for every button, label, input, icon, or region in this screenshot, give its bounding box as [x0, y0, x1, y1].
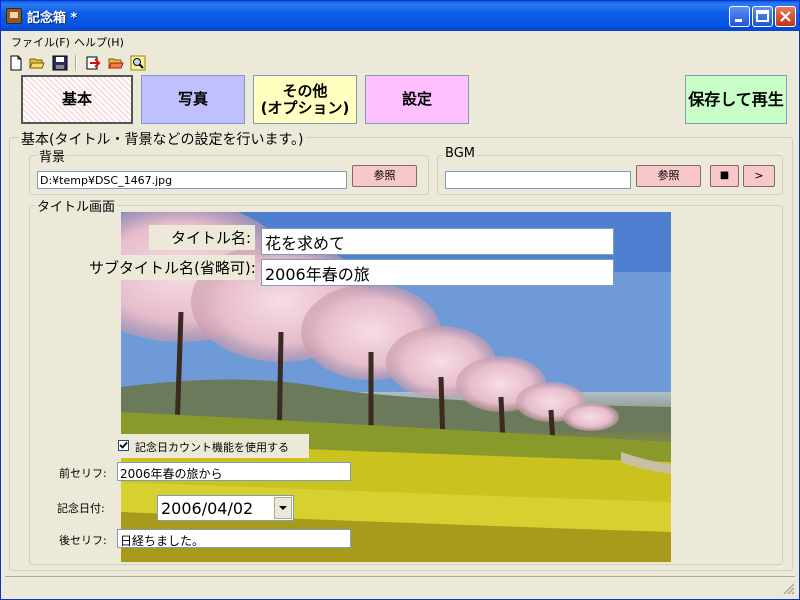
- tab-basic[interactable]: 基本: [21, 75, 133, 124]
- bgm-legend: BGM: [443, 146, 477, 161]
- after-line-input[interactable]: 日経ちました。: [117, 529, 351, 548]
- search-icon[interactable]: [130, 55, 146, 71]
- new-file-icon[interactable]: [8, 55, 24, 71]
- bgm-path-field[interactable]: [445, 171, 631, 189]
- maximize-icon: [756, 10, 769, 22]
- date-value: 2006/04/02: [161, 499, 254, 518]
- background-path-field[interactable]: D:¥temp¥DSC_1467.jpg: [37, 171, 347, 189]
- open-folder-icon[interactable]: [29, 55, 45, 71]
- title-bar[interactable]: 記念箱 *: [1, 1, 799, 31]
- toolbar: [1, 52, 799, 74]
- subtitle-label: サブタイトル名(省略可):: [85, 255, 256, 280]
- minimize-icon: [735, 19, 742, 22]
- menu-bar: ファイル(F) ヘルプ(H): [1, 31, 799, 51]
- background-browse-button[interactable]: 参照: [352, 165, 417, 187]
- background-legend: 背景: [37, 146, 68, 165]
- status-bar: [5, 576, 795, 596]
- countdown-option: 記念日カウント機能を使用する: [113, 434, 309, 458]
- close-button[interactable]: [775, 6, 796, 27]
- date-picker[interactable]: 2006/04/02: [157, 495, 294, 521]
- save-and-play-button[interactable]: 保存して再生: [685, 75, 787, 124]
- title-input[interactable]: 花を求めて: [261, 228, 614, 255]
- chevron-down-icon: [279, 506, 287, 510]
- title-label: タイトル名:: [149, 225, 255, 250]
- window-title: 記念箱 *: [27, 11, 78, 26]
- before-line-label: 前セリフ:: [59, 467, 107, 480]
- bgm-play-button[interactable]: >: [743, 165, 775, 187]
- before-line-input[interactable]: 2006年春の旅から: [117, 462, 351, 481]
- app-icon[interactable]: [6, 8, 22, 24]
- open-red-folder-icon[interactable]: [108, 55, 124, 71]
- bgm-stop-button[interactable]: ■: [710, 165, 739, 187]
- countdown-label: 記念日カウント機能を使用する: [135, 441, 289, 454]
- bgm-browse-button[interactable]: 参照: [636, 165, 701, 187]
- close-icon: [780, 11, 791, 22]
- import-icon[interactable]: [85, 55, 101, 71]
- check-icon: [119, 441, 128, 449]
- menu-help[interactable]: ヘルプ(H): [74, 34, 124, 50]
- minimize-button[interactable]: [729, 6, 750, 27]
- menu-file[interactable]: ファイル(F): [11, 34, 70, 50]
- tab-photos[interactable]: 写真: [141, 75, 245, 124]
- countdown-checkbox[interactable]: [118, 440, 129, 451]
- subtitle-input[interactable]: 2006年春の旅: [261, 259, 614, 286]
- date-label: 記念日付:: [57, 502, 105, 515]
- tab-settings[interactable]: 設定: [365, 75, 469, 124]
- resize-grip-icon[interactable]: [781, 581, 795, 595]
- after-line-label: 後セリフ:: [59, 534, 107, 547]
- maximize-button[interactable]: [752, 6, 773, 27]
- app-window: 記念箱 * ファイル(F) ヘルプ(H) 基本 写真 その他 (オプション) 設…: [0, 0, 800, 600]
- tab-other-options[interactable]: その他 (オプション): [253, 75, 357, 124]
- save-icon[interactable]: [52, 55, 68, 71]
- toolbar-separator: [75, 55, 77, 71]
- date-dropdown-button[interactable]: [274, 497, 292, 519]
- title-screen-legend: タイトル画面: [35, 196, 118, 215]
